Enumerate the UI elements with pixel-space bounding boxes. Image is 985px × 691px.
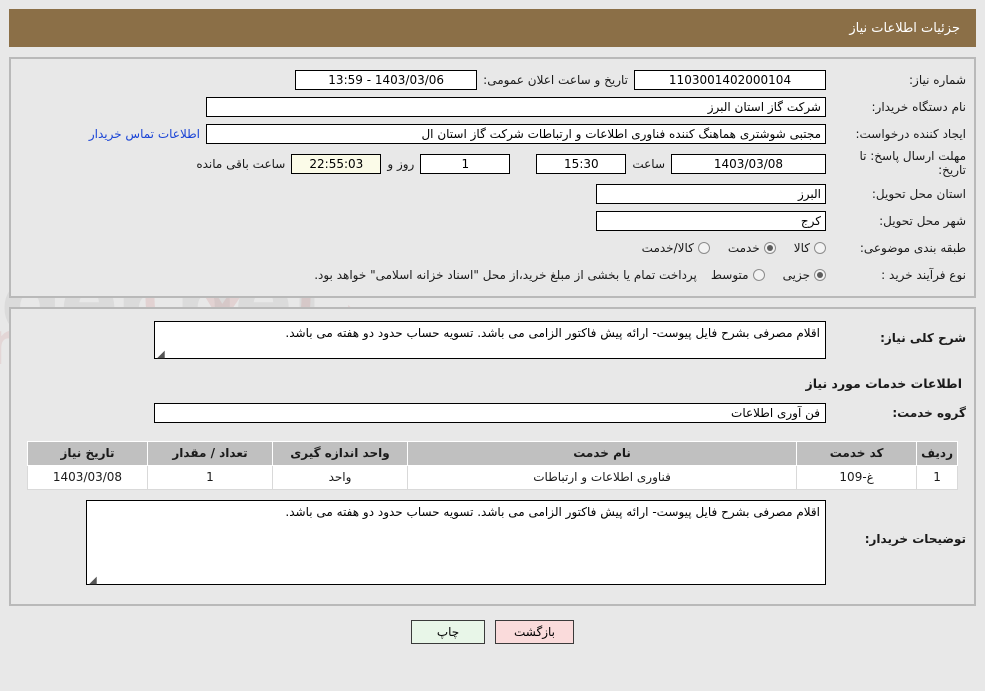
items-table: ردیف کد خدمت نام خدمت واحد اندازه گیری ت… xyxy=(27,440,958,490)
remaining-days-input[interactable] xyxy=(420,153,511,174)
th-service-code: کد خدمت xyxy=(796,440,918,466)
remaining-hours-label: ساعت باقی مانده xyxy=(196,156,286,171)
need-details-panel: شرح کلی نیاز: ◣ اطلاعات خدمات مورد نیاز … xyxy=(9,306,976,606)
resize-grip-icon[interactable]: ◣ xyxy=(89,575,97,586)
row-delivery-city: شهر محل تحویل: xyxy=(19,210,966,232)
page-header: جزئیات اطلاعات نیاز xyxy=(9,9,976,47)
th-quantity: تعداد / مقدار xyxy=(147,440,273,466)
radio-category-goods-service[interactable]: کالا/خدمت xyxy=(642,241,710,255)
buyer-org-input[interactable] xyxy=(206,97,826,117)
brief-description-textarea[interactable] xyxy=(154,320,826,359)
radio-category-service[interactable]: خدمت xyxy=(728,241,776,255)
th-unit: واحد اندازه گیری xyxy=(272,440,408,466)
th-need-date: تاریخ نیاز xyxy=(27,440,148,466)
subject-category-label: طبقه بندی موضوعی: xyxy=(859,240,966,255)
request-creator-input[interactable] xyxy=(206,124,826,144)
purchase-process-radio-group: جزیی متوسط xyxy=(697,268,826,282)
radio-category-goods[interactable]: کالا xyxy=(794,241,826,255)
radio-button-icon[interactable] xyxy=(697,241,710,254)
delivery-city-input[interactable] xyxy=(596,210,826,231)
services-section-heading: اطلاعات خدمات مورد نیاز xyxy=(805,375,963,391)
row-buyer-org: نام دستگاه خریدار: xyxy=(19,96,966,118)
buyer-remarks-textarea[interactable] xyxy=(86,499,826,585)
radio-button-icon[interactable] xyxy=(814,268,826,281)
subject-category-radio-group: کالا خدمت کالا/خدمت xyxy=(628,241,826,255)
cell-need-date: 1403/03/08 xyxy=(27,464,148,490)
print-button[interactable]: چاپ xyxy=(411,619,485,644)
need-number-label: شماره نیاز: xyxy=(909,72,966,87)
resize-grip-icon[interactable]: ◣ xyxy=(157,349,165,360)
row-buyer-remarks: توضیحات خریدار: ◣ xyxy=(19,499,966,588)
page-root: AriaTender.net AriaTender.net جزئیات اطل… xyxy=(0,9,985,691)
row-response-deadline: مهلت ارسال پاسخ: تا تاریخ: ساعت روز و سا… xyxy=(19,149,966,178)
remaining-clock-input[interactable] xyxy=(291,153,382,174)
row-delivery-province: استان محل تحویل: xyxy=(19,183,966,205)
deadline-time-input[interactable] xyxy=(536,153,627,174)
delivery-province-input[interactable] xyxy=(596,183,826,204)
row-subject-category: طبقه بندی موضوعی: کالا خدمت کالا/خدمت xyxy=(19,237,966,259)
radio-process-minor[interactable]: جزیی xyxy=(783,268,826,282)
delivery-city-label: شهر محل تحویل: xyxy=(879,213,966,228)
cell-service-code: غ-109 xyxy=(796,464,918,490)
service-group-label: گروه خدمت: xyxy=(892,405,966,420)
remaining-days-label: روز و xyxy=(387,156,415,171)
deadline-time-label: ساعت xyxy=(632,156,665,171)
response-deadline-label: مهلت ارسال پاسخ: تا تاریخ: xyxy=(859,149,966,177)
back-button[interactable]: بازگشت xyxy=(495,619,574,644)
radio-category-service-label: خدمت xyxy=(727,240,760,255)
th-radif: ردیف xyxy=(916,440,958,466)
buyer-remarks-label: توضیحات خریدار: xyxy=(864,531,966,546)
cell-radif: 1 xyxy=(916,464,958,490)
request-creator-label: ایجاد کننده درخواست: xyxy=(855,126,966,141)
public-announce-input[interactable] xyxy=(295,70,478,90)
buyer-org-label: نام دستگاه خریدار: xyxy=(871,99,967,114)
service-group-input[interactable] xyxy=(154,402,826,423)
radio-category-goods-service-label: کالا/خدمت xyxy=(641,240,694,255)
buyer-remarks-holder: ◣ xyxy=(86,499,826,588)
delivery-province-label: استان محل تحویل: xyxy=(871,186,966,201)
radio-process-medium-label: متوسط xyxy=(710,267,749,282)
radio-category-goods-label: کالا xyxy=(793,240,810,255)
purchase-process-label: نوع فرآیند خرید : xyxy=(881,267,966,282)
radio-process-minor-label: جزیی xyxy=(782,267,810,282)
cell-quantity: 1 xyxy=(147,464,273,490)
need-info-panel: شماره نیاز: تاریخ و ساعت اعلان عمومی: نا… xyxy=(9,57,976,298)
radio-button-icon[interactable] xyxy=(814,241,826,254)
need-number-input[interactable] xyxy=(634,70,826,90)
row-need-number: شماره نیاز: تاریخ و ساعت اعلان عمومی: xyxy=(19,69,966,91)
purchase-process-note: پرداخت تمام یا بخشی از مبلغ خرید،از محل … xyxy=(314,267,697,282)
table-row: 1 غ-109 فناوری اطلاعات و ارتباطات واحد 1… xyxy=(27,464,958,490)
brief-description-holder: ◣ xyxy=(154,320,826,362)
table-header-row: ردیف کد خدمت نام خدمت واحد اندازه گیری ت… xyxy=(27,440,958,466)
cell-service-name: فناوری اطلاعات و ارتباطات xyxy=(406,464,798,490)
row-brief-description: شرح کلی نیاز: ◣ xyxy=(19,320,966,362)
buyer-contact-link[interactable]: اطلاعات تماس خریدار xyxy=(83,127,206,141)
radio-process-medium[interactable]: متوسط xyxy=(711,268,765,282)
row-service-group: گروه خدمت: xyxy=(19,402,966,423)
cell-unit: واحد xyxy=(272,464,408,490)
public-announce-label: تاریخ و ساعت اعلان عمومی: xyxy=(483,73,628,87)
radio-button-icon[interactable] xyxy=(752,268,765,281)
deadline-date-input[interactable] xyxy=(671,153,826,174)
items-table-wrapper: ردیف کد خدمت نام خدمت واحد اندازه گیری ت… xyxy=(27,440,958,490)
th-service-name: نام خدمت xyxy=(406,440,798,466)
row-purchase-process: نوع فرآیند خرید : جزیی متوسط پرداخت تمام… xyxy=(19,264,966,286)
page-title: جزئیات اطلاعات نیاز xyxy=(849,20,960,36)
footer-actions: بازگشت چاپ xyxy=(0,619,985,644)
row-request-creator: ایجاد کننده درخواست: اطلاعات تماس خریدار xyxy=(19,123,966,145)
brief-description-label: شرح کلی نیاز: xyxy=(880,330,966,345)
radio-button-icon[interactable] xyxy=(763,241,776,254)
